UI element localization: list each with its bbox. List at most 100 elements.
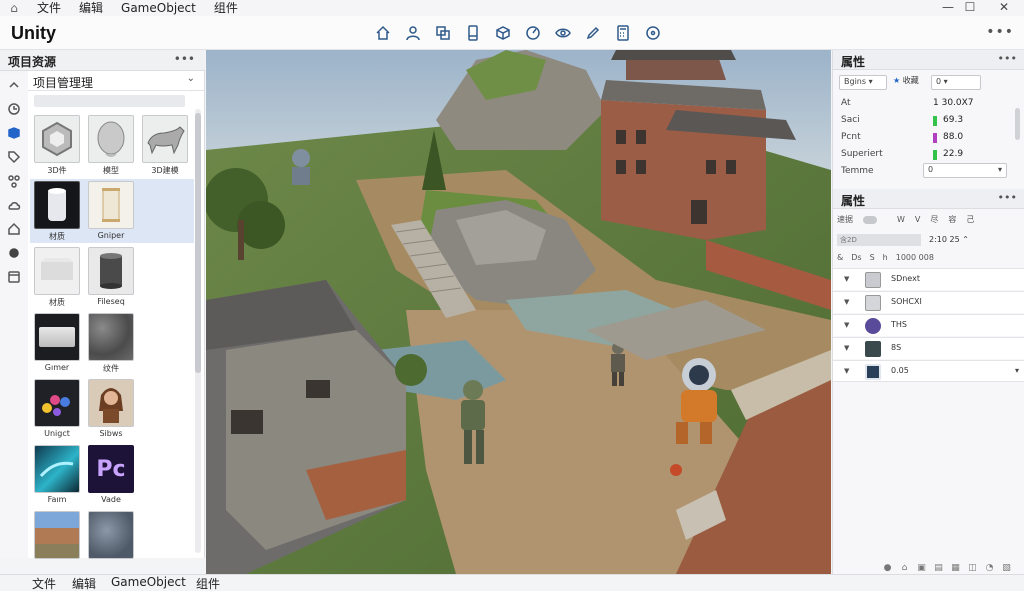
expand-icon[interactable]: ▼ [844, 321, 849, 329]
opt-ds[interactable]: Ds [851, 253, 861, 262]
menu-edit[interactable]: 编辑 [70, 0, 112, 16]
asset-item[interactable] [84, 509, 138, 559]
menu-file[interactable]: 文件 [28, 0, 70, 16]
opt-h[interactable]: h [883, 253, 888, 262]
footer-icon-grid[interactable]: ▦ [947, 563, 964, 573]
menu-gameobject[interactable]: GameObject [111, 575, 186, 589]
cloud-icon[interactable] [0, 193, 28, 217]
scrollbar-thumb[interactable] [195, 113, 201, 373]
opt-amp[interactable]: & [837, 253, 843, 262]
asset-item[interactable]: Sibws [84, 377, 138, 441]
gear-icon[interactable] [0, 241, 28, 265]
asset-item[interactable]: Fileseq [84, 245, 138, 309]
asset-item[interactable]: 纹件 [84, 311, 138, 375]
footer-icon-clock[interactable]: ◔ [981, 563, 998, 573]
asset-item[interactable]: Faım [30, 443, 84, 507]
tool-v[interactable]: V [915, 215, 920, 224]
target-icon[interactable] [638, 22, 668, 44]
more-icon[interactable]: ••• [986, 24, 1014, 40]
menu-component[interactable]: 组件 [196, 575, 220, 591]
favorite-toggle[interactable]: ★ 收藏 [893, 75, 919, 86]
pencil-icon[interactable] [578, 22, 608, 44]
person-icon[interactable] [398, 22, 428, 44]
menu-edit[interactable]: 编辑 [72, 575, 96, 591]
value-dropdown[interactable]: 0 ▾ [931, 75, 981, 90]
asset-thumbnail [34, 115, 80, 163]
footer-icon-list[interactable]: ▤ [930, 563, 947, 573]
more-icon[interactable]: ••• [998, 191, 1017, 204]
tool-ji[interactable]: 己 [966, 214, 974, 225]
cube-icon[interactable] [0, 121, 28, 145]
temme-dropdown[interactable]: 0 ▾ [923, 163, 1007, 178]
inspector-scrollbar[interactable] [1015, 108, 1020, 140]
footer-icon-image[interactable]: ▣ [913, 563, 930, 573]
layer-search-input[interactable]: 含2D [837, 234, 921, 246]
footer-icon-panel[interactable]: ▧ [998, 563, 1015, 573]
layers-icon[interactable] [428, 22, 458, 44]
asset-item[interactable]: 3D建模 [138, 113, 192, 177]
tag-icon[interactable] [0, 145, 28, 169]
box-icon[interactable] [488, 22, 518, 44]
expand-icon[interactable]: ▼ [844, 275, 849, 283]
expand-icon[interactable]: ▼ [844, 367, 849, 375]
home-icon[interactable] [368, 22, 398, 44]
inspector-dropdown[interactable]: Bgins ▾ [839, 75, 887, 90]
layer-item[interactable]: ▼ SOHCXI [833, 291, 1024, 313]
layer-item[interactable]: ▼ 0.05 ▾ [833, 360, 1024, 382]
toolbar: Unity ••• [0, 16, 1024, 50]
more-icon[interactable]: ••• [174, 52, 195, 66]
home-icon[interactable]: ⌂ [0, 1, 28, 15]
layer-item[interactable]: ▼ 8S [833, 337, 1024, 359]
asset-thumbnail [88, 511, 134, 559]
close-icon[interactable]: ✕ [984, 0, 1024, 16]
chevron-down-icon[interactable]: ▾ [1015, 366, 1019, 375]
asset-item[interactable]: 材质 [30, 245, 84, 309]
speed-icon[interactable] [518, 22, 548, 44]
layer-item[interactable]: ▼ SDnext [833, 268, 1024, 290]
layer-item[interactable]: ▼ THS [833, 314, 1024, 336]
prop-value[interactable]: 69.3 [943, 115, 963, 125]
filter-label[interactable]: 速据 [837, 214, 853, 225]
toggle-switch[interactable] [863, 215, 877, 224]
menu-component[interactable]: 组件 [205, 0, 247, 16]
tool-rong[interactable]: 容 [948, 214, 956, 225]
color-swatch [933, 133, 937, 143]
opt-s[interactable]: S [870, 253, 875, 262]
layers-title: 属性 [841, 194, 866, 208]
asset-item[interactable]: 模型 [84, 113, 138, 177]
project-select[interactable]: 项目管理理 ⌄ [28, 71, 205, 91]
tool-w[interactable]: W [897, 215, 905, 224]
tool-jin[interactable]: 尽 [930, 214, 938, 225]
favorite-label: 收藏 [902, 76, 919, 85]
asset-item[interactable] [30, 509, 84, 559]
asset-scrollbar[interactable] [195, 109, 201, 553]
asset-search-input[interactable] [34, 95, 185, 107]
footer-icon-dot[interactable]: ● [879, 563, 896, 573]
collapse-icon[interactable] [0, 73, 28, 97]
footer-icon-split[interactable]: ◫ [964, 563, 981, 573]
calculator-icon[interactable] [608, 22, 638, 44]
footer-icon-home[interactable]: ⌂ [896, 563, 913, 573]
prop-value[interactable]: 1 30.0X7 [933, 98, 974, 108]
asset-item[interactable]: 3D件 [30, 113, 84, 177]
expand-icon[interactable]: ▼ [844, 344, 849, 352]
package-icon[interactable] [0, 97, 28, 121]
prop-value[interactable]: 22.9 [943, 149, 963, 159]
more-icon[interactable]: ••• [998, 52, 1017, 65]
asset-item[interactable]: Unigct [30, 377, 84, 441]
eye-icon[interactable] [548, 22, 578, 44]
asset-item-selected[interactable]: Gniper [84, 179, 194, 243]
expand-icon[interactable]: ▼ [844, 298, 849, 306]
menu-file[interactable]: 文件 [32, 575, 56, 591]
folder-icon[interactable] [0, 265, 28, 289]
home-icon[interactable] [0, 217, 28, 241]
device-icon[interactable] [458, 22, 488, 44]
menu-gameobject[interactable]: GameObject [112, 0, 205, 16]
asset-item[interactable]: Gımer [30, 311, 84, 375]
nodes-icon[interactable] [0, 169, 28, 193]
prop-value[interactable]: 88.0 [943, 132, 963, 142]
scene-view[interactable] [206, 50, 831, 574]
asset-item[interactable]: Pc Vade [84, 443, 138, 507]
layer-icon [865, 341, 881, 357]
asset-item-selected[interactable]: 材质 [30, 179, 84, 243]
